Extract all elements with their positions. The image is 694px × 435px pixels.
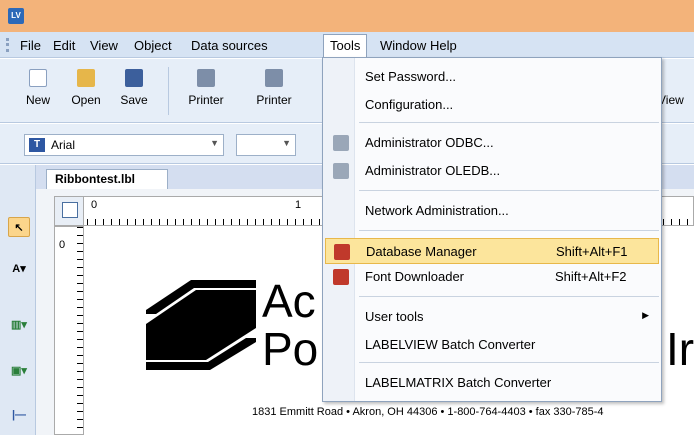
menu-bar: File Edit View Object Data sources Tools… bbox=[0, 32, 694, 58]
ruler-mark-left-0: 0 bbox=[59, 239, 66, 251]
menu-item-label: LABELVIEW Batch Converter bbox=[365, 337, 536, 352]
company-logo-mark bbox=[146, 280, 256, 370]
font-select-value: Arial bbox=[51, 138, 76, 152]
label-text-suffix[interactable]: Ir bbox=[666, 326, 694, 372]
view-button[interactable]: View bbox=[658, 65, 692, 117]
object-toolbar: ↖ A▾ ▥▾ ▣▾ |— bbox=[0, 165, 36, 435]
menu-view[interactable]: View bbox=[90, 37, 118, 55]
odbc-icon bbox=[333, 135, 349, 151]
view-icon bbox=[666, 69, 684, 87]
font-downloader-icon bbox=[333, 269, 349, 285]
oledb-icon bbox=[333, 163, 349, 179]
app-icon[interactable]: LV bbox=[8, 8, 24, 24]
text-tool-button[interactable]: A▾ bbox=[8, 259, 30, 279]
vertical-ruler: 0 bbox=[54, 226, 84, 435]
menu-item-label: Administrator ODBC... bbox=[365, 135, 494, 150]
menu-item-label: LABELMATRIX Batch Converter bbox=[365, 375, 552, 390]
home-icon[interactable] bbox=[62, 202, 78, 218]
printer-settings-icon bbox=[265, 69, 283, 87]
line-icon: |— bbox=[11, 409, 27, 421]
new-button[interactable]: New bbox=[14, 65, 62, 117]
menu-separator bbox=[359, 122, 659, 123]
menu-window[interactable]: Window bbox=[380, 37, 426, 55]
menu-help[interactable]: Help bbox=[430, 37, 457, 55]
save-icon bbox=[125, 69, 143, 87]
menu-item-label: User tools bbox=[365, 309, 424, 324]
label-text-line1[interactable]: Ac bbox=[262, 278, 316, 324]
printer-settings-button[interactable]: Printer bbox=[250, 65, 298, 117]
menu-object[interactable]: Object bbox=[134, 37, 172, 55]
folder-icon bbox=[77, 69, 95, 87]
barcode-icon: ▥▾ bbox=[11, 319, 27, 331]
menu-separator bbox=[359, 362, 659, 363]
chevron-down-icon[interactable]: ▼ bbox=[282, 138, 291, 148]
chevron-down-icon[interactable]: ▼ bbox=[210, 138, 219, 148]
menu-edit[interactable]: Edit bbox=[53, 37, 75, 55]
tab-ribbontest[interactable]: Ribbontest.lbl bbox=[46, 169, 168, 189]
toolbar-separator bbox=[168, 67, 169, 115]
menu-item-labelmatrix-batch-converter[interactable]: LABELMATRIX Batch Converter bbox=[325, 370, 659, 396]
label-text-line2[interactable]: Po bbox=[262, 326, 318, 372]
menu-item-configuration[interactable]: Configuration... bbox=[325, 92, 659, 118]
open-button-label: Open bbox=[71, 93, 101, 107]
ruler-mark-0: 0 bbox=[91, 199, 98, 211]
menu-tools[interactable]: Tools bbox=[323, 34, 368, 58]
tools-menu: Set Password... Configuration... Adminis… bbox=[322, 57, 662, 402]
printer-settings-button-label: Printer bbox=[256, 93, 292, 107]
pointer-icon: ↖ bbox=[14, 222, 24, 234]
menu-separator bbox=[359, 190, 659, 191]
ruler-corner[interactable] bbox=[54, 196, 84, 226]
image-tool-button[interactable]: ▣▾ bbox=[8, 361, 30, 381]
save-button-label: Save bbox=[120, 93, 148, 107]
submenu-arrow-icon: ▶ bbox=[642, 310, 649, 320]
menu-item-label: Network Administration... bbox=[365, 203, 509, 218]
save-button[interactable]: Save bbox=[110, 65, 158, 117]
printer-button[interactable]: Printer bbox=[182, 65, 230, 117]
text-icon: A▾ bbox=[12, 263, 26, 275]
open-button[interactable]: Open bbox=[62, 65, 110, 117]
menu-item-label: Set Password... bbox=[365, 69, 457, 84]
grip-icon bbox=[6, 38, 9, 52]
menu-separator bbox=[359, 296, 659, 297]
menu-item-label: Font Downloader bbox=[365, 269, 464, 284]
select-tool-button[interactable]: ↖ bbox=[8, 217, 30, 237]
image-icon: ▣▾ bbox=[11, 365, 27, 377]
truetype-font-icon: T bbox=[29, 138, 45, 152]
font-size-select[interactable]: ▼ bbox=[236, 134, 296, 156]
label-address-text[interactable]: 1831 Emmitt Road • Akron, OH 44306 • 1-8… bbox=[252, 406, 604, 418]
font-select[interactable]: T Arial ▼ bbox=[24, 134, 224, 156]
menu-item-administrator-odbc[interactable]: Administrator ODBC... bbox=[325, 130, 659, 156]
printer-icon bbox=[197, 69, 215, 87]
new-button-label: New bbox=[25, 93, 50, 107]
title-bar: LV bbox=[0, 0, 694, 32]
ruler-mark-1: 1 bbox=[295, 199, 302, 211]
line-tool-button[interactable]: |— bbox=[8, 405, 30, 425]
menu-item-set-password[interactable]: Set Password... bbox=[325, 64, 659, 90]
menu-item-user-tools[interactable]: User tools ▶ bbox=[325, 304, 659, 330]
menu-file[interactable]: File bbox=[20, 37, 41, 55]
menu-item-label: Configuration... bbox=[365, 97, 454, 112]
new-document-icon bbox=[29, 69, 47, 87]
menu-shortcut: Shift+Alt+F1 bbox=[556, 244, 628, 259]
menu-item-font-downloader[interactable]: Font Downloader Shift+Alt+F2 bbox=[325, 264, 659, 290]
menu-shortcut: Shift+Alt+F2 bbox=[555, 269, 627, 284]
menu-data-sources[interactable]: Data sources bbox=[191, 37, 268, 55]
menu-separator bbox=[359, 230, 659, 231]
menu-item-administrator-oledb[interactable]: Administrator OLEDB... bbox=[325, 158, 659, 184]
printer-button-label: Printer bbox=[188, 93, 224, 107]
menu-item-network-administration[interactable]: Network Administration... bbox=[325, 198, 659, 224]
menu-item-labelview-batch-converter[interactable]: LABELVIEW Batch Converter bbox=[325, 332, 659, 358]
database-manager-icon bbox=[334, 244, 350, 260]
menu-item-label: Database Manager bbox=[366, 244, 477, 259]
menu-item-label: Administrator OLEDB... bbox=[365, 163, 501, 178]
barcode-tool-button[interactable]: ▥▾ bbox=[8, 315, 30, 335]
menu-item-database-manager[interactable]: Database Manager Shift+Alt+F1 bbox=[325, 238, 659, 264]
